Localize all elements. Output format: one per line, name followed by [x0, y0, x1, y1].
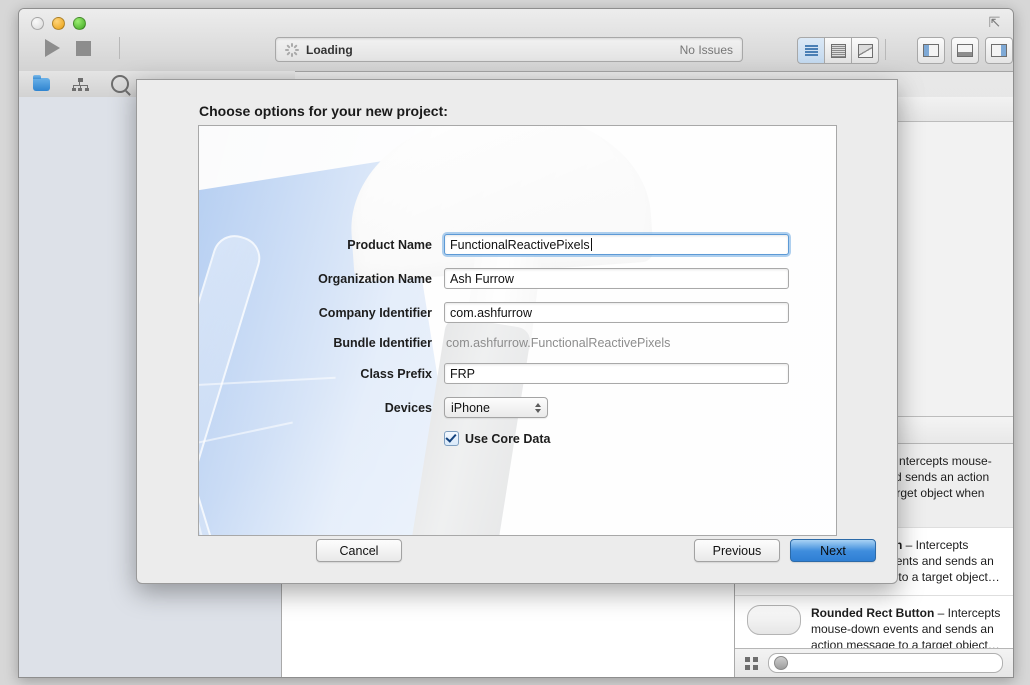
organization-name-value: Ash Furrow — [450, 271, 514, 286]
grid-view-icon[interactable] — [745, 656, 758, 670]
field-row-use-core-data: Use Core Data — [199, 431, 836, 446]
view-toggles — [917, 37, 1013, 64]
product-name-value: FunctionalReactivePixels — [450, 237, 590, 252]
field-row-bundle-identifier: Bundle Identifier com.ashfurrow.Function… — [199, 336, 836, 350]
devices-value: iPhone — [451, 400, 490, 415]
toolbar-divider — [119, 37, 120, 59]
version-editor-button[interactable] — [852, 37, 879, 64]
bottom-panel-icon — [957, 44, 973, 57]
list-item-title: Rounded Rect Button — [811, 606, 935, 620]
library-bottom-bar — [735, 648, 1013, 677]
run-controls — [45, 39, 91, 57]
sheet-body: Product Name FunctionalReactivePixels Or… — [198, 125, 837, 536]
devices-label: Devices — [384, 400, 432, 415]
field-row-company-identifier: Company Identifier com.ashfurrow — [199, 302, 836, 323]
class-prefix-label: Class Prefix — [360, 366, 432, 381]
run-button[interactable] — [45, 39, 60, 57]
curve-icon — [857, 43, 873, 58]
toggle-navigator-button[interactable] — [917, 37, 945, 64]
stop-button[interactable] — [76, 40, 91, 56]
library-search-input[interactable] — [768, 653, 1003, 673]
toolbar-divider-2 — [885, 39, 886, 60]
project-options-form: Product Name FunctionalReactivePixels Or… — [199, 126, 836, 446]
previous-button[interactable]: Previous — [694, 539, 780, 562]
magnifier-icon — [774, 656, 788, 670]
window-controls — [31, 17, 86, 30]
standard-editor-button[interactable] — [797, 37, 825, 64]
minimize-button[interactable] — [52, 17, 65, 30]
sheet-right-buttons: Previous Next — [694, 539, 876, 562]
list-item-text: Rounded Rect Button – Intercepts mouse-d… — [811, 605, 1001, 653]
hierarchy-icon[interactable] — [72, 77, 89, 91]
field-row-devices: Devices iPhone — [199, 397, 836, 418]
left-panel-icon — [923, 44, 939, 57]
product-name-label: Product Name — [347, 237, 432, 252]
new-project-options-sheet: Choose options for your new project: Pro… — [136, 79, 898, 584]
devices-popup-button[interactable]: iPhone — [444, 397, 548, 418]
bundle-identifier-label: Bundle Identifier — [333, 336, 432, 350]
company-identifier-input[interactable]: com.ashfurrow — [444, 302, 789, 323]
close-button[interactable] — [31, 17, 44, 30]
sheet-title: Choose options for your new project: — [199, 103, 448, 119]
status-text: Loading — [306, 42, 353, 57]
class-prefix-value: FRP — [450, 366, 475, 381]
sheet-left-buttons: Cancel — [316, 539, 402, 562]
toggle-utilities-button[interactable] — [985, 37, 1013, 64]
field-row-class-prefix: Class Prefix FRP — [199, 363, 836, 384]
lines-icon — [804, 45, 818, 56]
field-row-organization-name: Organization Name Ash Furrow — [199, 268, 836, 289]
screen: Loading No Issues ⇱ Intercepts mouse- se… — [0, 0, 1030, 685]
company-identifier-label: Company Identifier — [318, 305, 432, 320]
toolbar: Loading No Issues ⇱ — [19, 9, 1013, 72]
organization-name-label: Organization Name — [318, 271, 432, 286]
company-identifier-value: com.ashfurrow — [450, 305, 532, 320]
tuxedo-icon — [830, 43, 846, 58]
product-name-input[interactable]: FunctionalReactivePixels — [444, 234, 789, 255]
zoom-button[interactable] — [73, 17, 86, 30]
issues-count: No Issues — [679, 42, 733, 57]
cancel-button[interactable]: Cancel — [316, 539, 402, 562]
loading-spinner-icon — [285, 42, 299, 57]
rounded-rect-button-thumb-icon — [747, 605, 801, 635]
fullscreen-icon[interactable]: ⇱ — [986, 15, 1003, 30]
right-panel-icon — [991, 44, 1007, 57]
folder-icon[interactable] — [33, 74, 50, 91]
text-caret — [590, 238, 592, 251]
bundle-identifier-value: com.ashfurrow.FunctionalReactivePixels — [446, 336, 671, 350]
next-button[interactable]: Next — [790, 539, 876, 562]
assistant-editor-button[interactable] — [825, 37, 852, 64]
chevron-updown-icon — [535, 402, 541, 413]
use-core-data-label: Use Core Data — [465, 431, 551, 446]
toggle-debug-area-button[interactable] — [951, 37, 979, 64]
status-bar: Loading No Issues — [275, 37, 743, 62]
use-core-data-checkbox[interactable] — [444, 431, 459, 446]
organization-name-input[interactable]: Ash Furrow — [444, 268, 789, 289]
field-row-product-name: Product Name FunctionalReactivePixels — [199, 234, 836, 255]
search-icon[interactable] — [111, 75, 129, 93]
class-prefix-input[interactable]: FRP — [444, 363, 789, 384]
editor-mode-segmented-control — [797, 37, 879, 64]
xcode-window: Loading No Issues ⇱ Intercepts mouse- se… — [18, 8, 1014, 678]
